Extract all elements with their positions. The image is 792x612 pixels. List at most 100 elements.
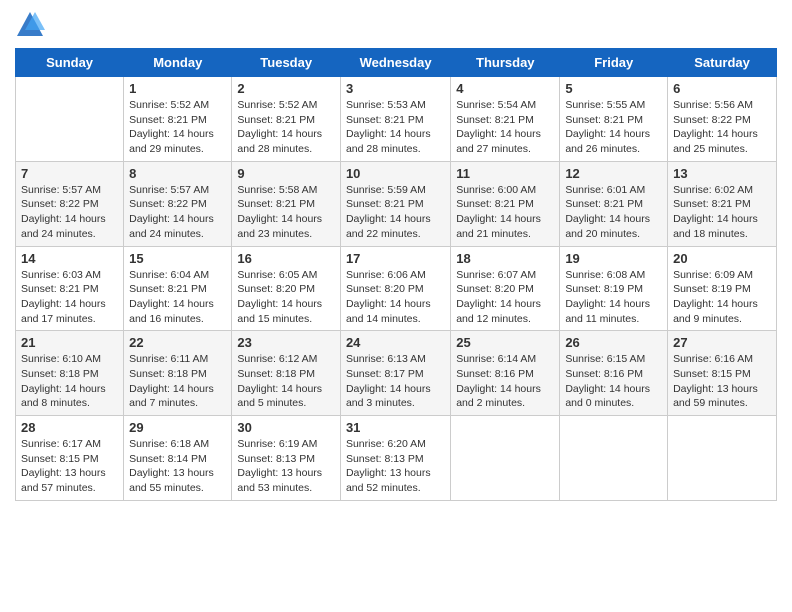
week-row-3: 14 Sunrise: 6:03 AM Sunset: 8:21 PM Dayli… — [16, 246, 777, 331]
day-info: Sunrise: 5:52 AM Sunset: 8:21 PM Dayligh… — [129, 98, 226, 157]
day-number: 11 — [456, 166, 554, 181]
day-cell: 4 Sunrise: 5:54 AM Sunset: 8:21 PM Daylig… — [451, 77, 560, 162]
day-cell: 28 Sunrise: 6:17 AM Sunset: 8:15 PM Dayli… — [16, 416, 124, 501]
day-info: Sunrise: 6:05 AM Sunset: 8:20 PM Dayligh… — [237, 268, 335, 327]
day-cell: 31 Sunrise: 6:20 AM Sunset: 8:13 PM Dayli… — [340, 416, 450, 501]
day-info: Sunrise: 5:52 AM Sunset: 8:21 PM Dayligh… — [237, 98, 335, 157]
day-cell: 12 Sunrise: 6:01 AM Sunset: 8:21 PM Dayli… — [560, 161, 668, 246]
day-cell: 30Sunrise: 6:19 AM Sunset: 8:13 PM Dayli… — [232, 416, 341, 501]
day-info: Sunrise: 6:17 AM Sunset: 8:15 PM Dayligh… — [21, 437, 118, 496]
day-info: Sunrise: 6:18 AM Sunset: 8:14 PM Dayligh… — [129, 437, 226, 496]
day-number: 26 — [565, 335, 662, 350]
header-cell-sunday: Sunday — [16, 49, 124, 77]
day-number: 4 — [456, 81, 554, 96]
day-info: Sunrise: 5:58 AM Sunset: 8:21 PM Dayligh… — [237, 183, 335, 242]
day-info: Sunrise: 5:55 AM Sunset: 8:21 PM Dayligh… — [565, 98, 662, 157]
day-info: Sunrise: 6:20 AM Sunset: 8:13 PM Dayligh… — [346, 437, 445, 496]
week-row-2: 7Sunrise: 5:57 AM Sunset: 8:22 PM Daylig… — [16, 161, 777, 246]
day-cell: 21 Sunrise: 6:10 AM Sunset: 8:18 PM Dayli… — [16, 331, 124, 416]
calendar-body: 1Sunrise: 5:52 AM Sunset: 8:21 PM Daylig… — [16, 77, 777, 501]
day-cell: 17 Sunrise: 6:06 AM Sunset: 8:20 PM Dayli… — [340, 246, 450, 331]
day-cell: 20 Sunrise: 6:09 AM Sunset: 8:19 PM Dayli… — [668, 246, 777, 331]
day-cell: 26 Sunrise: 6:15 AM Sunset: 8:16 PM Dayli… — [560, 331, 668, 416]
day-cell — [451, 416, 560, 501]
calendar-header-row: SundayMondayTuesdayWednesdayThursdayFrid… — [16, 49, 777, 77]
day-number: 22 — [129, 335, 226, 350]
day-number: 20 — [673, 251, 771, 266]
day-cell: 5 Sunrise: 5:55 AM Sunset: 8:21 PM Daylig… — [560, 77, 668, 162]
header — [15, 10, 777, 40]
day-cell: 1Sunrise: 5:52 AM Sunset: 8:21 PM Daylig… — [124, 77, 232, 162]
day-number: 19 — [565, 251, 662, 266]
day-cell: 13 Sunrise: 6:02 AM Sunset: 8:21 PM Dayli… — [668, 161, 777, 246]
day-number: 2 — [237, 81, 335, 96]
day-cell: 15Sunrise: 6:04 AM Sunset: 8:21 PM Dayli… — [124, 246, 232, 331]
header-cell-friday: Friday — [560, 49, 668, 77]
header-cell-monday: Monday — [124, 49, 232, 77]
day-cell: 19 Sunrise: 6:08 AM Sunset: 8:19 PM Dayli… — [560, 246, 668, 331]
day-info: Sunrise: 6:13 AM Sunset: 8:17 PM Dayligh… — [346, 352, 445, 411]
day-number: 24 — [346, 335, 445, 350]
logo-icon — [15, 10, 45, 40]
day-number: 7 — [21, 166, 118, 181]
day-info: Sunrise: 6:10 AM Sunset: 8:18 PM Dayligh… — [21, 352, 118, 411]
day-cell — [668, 416, 777, 501]
day-number: 31 — [346, 420, 445, 435]
day-cell: 10 Sunrise: 5:59 AM Sunset: 8:21 PM Dayli… — [340, 161, 450, 246]
day-info: Sunrise: 5:56 AM Sunset: 8:22 PM Dayligh… — [673, 98, 771, 157]
day-cell: 22 Sunrise: 6:11 AM Sunset: 8:18 PM Dayli… — [124, 331, 232, 416]
header-cell-wednesday: Wednesday — [340, 49, 450, 77]
day-number: 12 — [565, 166, 662, 181]
header-cell-tuesday: Tuesday — [232, 49, 341, 77]
day-number: 28 — [21, 420, 118, 435]
day-info: Sunrise: 5:53 AM Sunset: 8:21 PM Dayligh… — [346, 98, 445, 157]
day-cell: 23 Sunrise: 6:12 AM Sunset: 8:18 PM Dayli… — [232, 331, 341, 416]
day-cell: 3 Sunrise: 5:53 AM Sunset: 8:21 PM Daylig… — [340, 77, 450, 162]
day-number: 3 — [346, 81, 445, 96]
day-number: 6 — [673, 81, 771, 96]
day-cell: 29Sunrise: 6:18 AM Sunset: 8:14 PM Dayli… — [124, 416, 232, 501]
day-info: Sunrise: 6:08 AM Sunset: 8:19 PM Dayligh… — [565, 268, 662, 327]
day-info: Sunrise: 6:04 AM Sunset: 8:21 PM Dayligh… — [129, 268, 226, 327]
day-info: Sunrise: 6:19 AM Sunset: 8:13 PM Dayligh… — [237, 437, 335, 496]
day-info: Sunrise: 6:11 AM Sunset: 8:18 PM Dayligh… — [129, 352, 226, 411]
day-info: Sunrise: 6:09 AM Sunset: 8:19 PM Dayligh… — [673, 268, 771, 327]
logo — [15, 10, 49, 40]
day-cell: 11 Sunrise: 6:00 AM Sunset: 8:21 PM Dayli… — [451, 161, 560, 246]
day-cell: 24 Sunrise: 6:13 AM Sunset: 8:17 PM Dayli… — [340, 331, 450, 416]
day-cell: 25Sunrise: 6:14 AM Sunset: 8:16 PM Dayli… — [451, 331, 560, 416]
day-cell: 18Sunrise: 6:07 AM Sunset: 8:20 PM Dayli… — [451, 246, 560, 331]
day-cell — [16, 77, 124, 162]
day-info: Sunrise: 6:01 AM Sunset: 8:21 PM Dayligh… — [565, 183, 662, 242]
day-cell: 6 Sunrise: 5:56 AM Sunset: 8:22 PM Daylig… — [668, 77, 777, 162]
day-cell: 7Sunrise: 5:57 AM Sunset: 8:22 PM Daylig… — [16, 161, 124, 246]
day-number: 9 — [237, 166, 335, 181]
header-cell-saturday: Saturday — [668, 49, 777, 77]
day-cell: 8Sunrise: 5:57 AM Sunset: 8:22 PM Daylig… — [124, 161, 232, 246]
day-number: 14 — [21, 251, 118, 266]
week-row-1: 1Sunrise: 5:52 AM Sunset: 8:21 PM Daylig… — [16, 77, 777, 162]
day-info: Sunrise: 5:59 AM Sunset: 8:21 PM Dayligh… — [346, 183, 445, 242]
day-info: Sunrise: 6:06 AM Sunset: 8:20 PM Dayligh… — [346, 268, 445, 327]
header-cell-thursday: Thursday — [451, 49, 560, 77]
day-number: 8 — [129, 166, 226, 181]
day-info: Sunrise: 6:00 AM Sunset: 8:21 PM Dayligh… — [456, 183, 554, 242]
week-row-4: 21 Sunrise: 6:10 AM Sunset: 8:18 PM Dayli… — [16, 331, 777, 416]
day-number: 23 — [237, 335, 335, 350]
day-info: Sunrise: 6:16 AM Sunset: 8:15 PM Dayligh… — [673, 352, 771, 411]
day-info: Sunrise: 6:12 AM Sunset: 8:18 PM Dayligh… — [237, 352, 335, 411]
day-number: 10 — [346, 166, 445, 181]
day-number: 13 — [673, 166, 771, 181]
day-number: 21 — [21, 335, 118, 350]
day-info: Sunrise: 6:15 AM Sunset: 8:16 PM Dayligh… — [565, 352, 662, 411]
day-cell — [560, 416, 668, 501]
day-number: 5 — [565, 81, 662, 96]
day-number: 17 — [346, 251, 445, 266]
week-row-5: 28 Sunrise: 6:17 AM Sunset: 8:15 PM Dayli… — [16, 416, 777, 501]
day-number: 18 — [456, 251, 554, 266]
day-info: Sunrise: 6:14 AM Sunset: 8:16 PM Dayligh… — [456, 352, 554, 411]
day-info: Sunrise: 6:03 AM Sunset: 8:21 PM Dayligh… — [21, 268, 118, 327]
day-cell: 2 Sunrise: 5:52 AM Sunset: 8:21 PM Daylig… — [232, 77, 341, 162]
day-info: Sunrise: 6:02 AM Sunset: 8:21 PM Dayligh… — [673, 183, 771, 242]
day-info: Sunrise: 5:54 AM Sunset: 8:21 PM Dayligh… — [456, 98, 554, 157]
